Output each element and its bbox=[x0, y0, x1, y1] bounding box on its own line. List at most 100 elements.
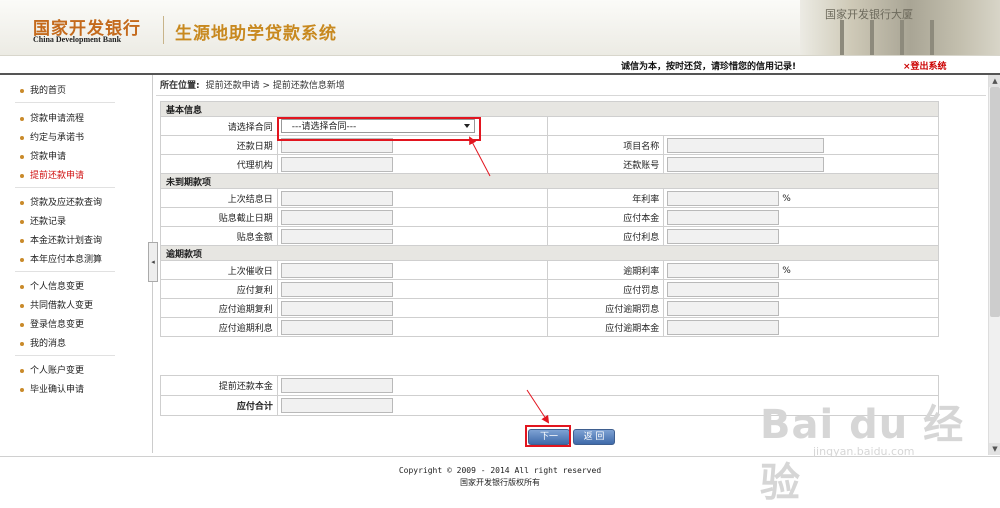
discount-end-label: 贴息截止日期 bbox=[160, 207, 278, 227]
building-column bbox=[840, 20, 844, 55]
breadcrumb: 所在位置: 提前还款申请 > 提前还款信息新增 bbox=[160, 78, 345, 91]
back-button[interactable]: 返 回 bbox=[573, 429, 615, 445]
sidebar-item-loan-apply[interactable]: 贷款申请 bbox=[20, 149, 66, 162]
bank-logo-en: China Development Bank bbox=[33, 35, 122, 44]
discount-amount-field[interactable] bbox=[280, 228, 393, 244]
last-settle-field[interactable] bbox=[280, 190, 393, 206]
bullet-icon bbox=[20, 284, 24, 289]
credit-notice: 诚信为本，按时还贷，请珍惜您的信用记录! bbox=[621, 62, 797, 72]
penalty-due-field[interactable] bbox=[667, 281, 780, 297]
section-overdue: 逾期款项 bbox=[160, 245, 939, 261]
overdue-rate-label: 逾期利率 bbox=[546, 260, 665, 280]
sidebar-item-graduation[interactable]: 毕业确认申请 bbox=[20, 382, 84, 395]
button-highlight-box bbox=[525, 425, 571, 447]
notice-bar: 诚信为本，按时还贷，请珍惜您的信用记录! ×登出系统 bbox=[0, 56, 1000, 75]
overdue-compound-label: 应付逾期复利 bbox=[160, 298, 278, 318]
sidebar-divider bbox=[15, 187, 115, 188]
bullet-icon bbox=[20, 200, 24, 205]
repay-date-label: 还款日期 bbox=[160, 135, 278, 155]
sidebar-divider bbox=[15, 271, 115, 272]
sidebar-divider bbox=[15, 102, 115, 103]
baidu-watermark-url: jingyan.baidu.com bbox=[813, 445, 915, 458]
compound-due-field[interactable] bbox=[280, 281, 393, 297]
scroll-thumb[interactable] bbox=[990, 87, 1000, 317]
percent-sign: % bbox=[782, 193, 791, 204]
interest-due-field[interactable] bbox=[667, 228, 780, 244]
project-name-field[interactable] bbox=[667, 137, 825, 153]
repay-account-label: 还款账号 bbox=[546, 154, 665, 174]
header-divider bbox=[163, 16, 164, 44]
collapse-sidebar-handle[interactable]: ◂ bbox=[148, 242, 158, 282]
annual-rate-label: 年利率 bbox=[546, 188, 665, 208]
logout-link[interactable]: ×登出系统 bbox=[903, 59, 947, 72]
overdue-interest-label: 应付逾期利息 bbox=[160, 317, 278, 337]
total-due-field[interactable] bbox=[280, 398, 393, 413]
overdue-penalty-label: 应付逾期罚息 bbox=[546, 298, 665, 318]
bullet-icon bbox=[20, 322, 24, 327]
select-highlight-box bbox=[277, 117, 481, 141]
bullet-icon bbox=[20, 257, 24, 262]
breadcrumb-prefix: 所在位置: bbox=[160, 81, 200, 91]
sidebar-item-loan-process[interactable]: 贷款申请流程 bbox=[20, 111, 84, 124]
principal-due-label: 应付本金 bbox=[546, 207, 665, 227]
prepay-principal-field[interactable] bbox=[280, 378, 393, 393]
system-title: 生源地助学贷款系统 bbox=[175, 24, 337, 44]
prepay-principal-label: 提前还款本金 bbox=[160, 375, 278, 396]
bullet-icon bbox=[20, 135, 24, 140]
total-due-label: 应付合计 bbox=[160, 395, 278, 416]
overdue-rate-field[interactable] bbox=[667, 262, 780, 278]
last-collect-label: 上次催收日 bbox=[160, 260, 278, 280]
sidebar-item-agreement[interactable]: 约定与承诺书 bbox=[20, 130, 84, 143]
section-basic-info: 基本信息 bbox=[160, 101, 939, 117]
bullet-icon bbox=[20, 116, 24, 121]
agency-field[interactable] bbox=[280, 156, 393, 172]
sidebar-item-repay-records[interactable]: 还款记录 bbox=[20, 214, 66, 227]
overdue-principal-field[interactable] bbox=[667, 319, 780, 335]
agency-label: 代理机构 bbox=[160, 154, 278, 174]
header: 国家开发银行 China Development Bank 生源地助学贷款系统 … bbox=[0, 0, 1000, 56]
discount-amount-label: 贴息金额 bbox=[160, 226, 278, 246]
sidebar-item-principal-plan[interactable]: 本金还款计划查询 bbox=[20, 233, 102, 246]
contract-label: 请选择合同 bbox=[160, 116, 278, 136]
percent-sign: % bbox=[782, 265, 791, 276]
sidebar: 我的首页 贷款申请流程 约定与承诺书 贷款申请 提前还款申请 贷款及应还款查询 … bbox=[0, 75, 148, 455]
bullet-icon bbox=[20, 368, 24, 373]
discount-end-field[interactable] bbox=[280, 209, 393, 225]
principal-due-field[interactable] bbox=[667, 209, 780, 225]
repay-account-field[interactable] bbox=[667, 156, 825, 172]
building-banner-image: 国家开发银行大厦 bbox=[800, 0, 1000, 55]
penalty-due-label: 应付罚息 bbox=[546, 279, 665, 299]
building-column bbox=[930, 20, 934, 55]
sidebar-divider bbox=[15, 355, 115, 356]
bullet-icon bbox=[20, 173, 24, 178]
sidebar-item-prepayment[interactable]: 提前还款申请 bbox=[20, 168, 84, 181]
bullet-icon bbox=[20, 154, 24, 159]
bullet-icon bbox=[20, 303, 24, 308]
last-collect-field[interactable] bbox=[280, 262, 393, 278]
sidebar-item-co-borrower[interactable]: 共同借款人变更 bbox=[20, 298, 93, 311]
last-settle-label: 上次结息日 bbox=[160, 188, 278, 208]
bullet-icon bbox=[20, 238, 24, 243]
scroll-up-icon[interactable]: ▲ bbox=[989, 75, 1000, 87]
sidebar-item-account-change[interactable]: 个人账户变更 bbox=[20, 363, 84, 376]
bullet-icon bbox=[20, 387, 24, 392]
section-due: 未到期款项 bbox=[160, 173, 939, 189]
interest-due-label: 应付利息 bbox=[546, 226, 665, 246]
sidebar-item-messages[interactable]: 我的消息 bbox=[20, 336, 66, 349]
project-name-label: 项目名称 bbox=[546, 135, 665, 155]
overdue-penalty-field[interactable] bbox=[667, 300, 780, 316]
sidebar-item-home[interactable]: 我的首页 bbox=[20, 83, 66, 96]
sidebar-item-annual-estimate[interactable]: 本年应付本息测算 bbox=[20, 252, 102, 265]
sidebar-item-loan-query[interactable]: 贷款及应还款查询 bbox=[20, 195, 102, 208]
compound-due-label: 应付复利 bbox=[160, 279, 278, 299]
building-column bbox=[870, 20, 874, 55]
empty-cell bbox=[546, 116, 940, 136]
overdue-interest-field[interactable] bbox=[280, 319, 393, 335]
sidebar-item-login-info[interactable]: 登录信息变更 bbox=[20, 317, 84, 330]
bullet-icon bbox=[20, 88, 24, 93]
sidebar-item-personal-info[interactable]: 个人信息变更 bbox=[20, 279, 84, 292]
overdue-compound-field[interactable] bbox=[280, 300, 393, 316]
bullet-icon bbox=[20, 341, 24, 346]
overdue-principal-label: 应付逾期本金 bbox=[546, 317, 665, 337]
annual-rate-field[interactable] bbox=[667, 190, 780, 206]
